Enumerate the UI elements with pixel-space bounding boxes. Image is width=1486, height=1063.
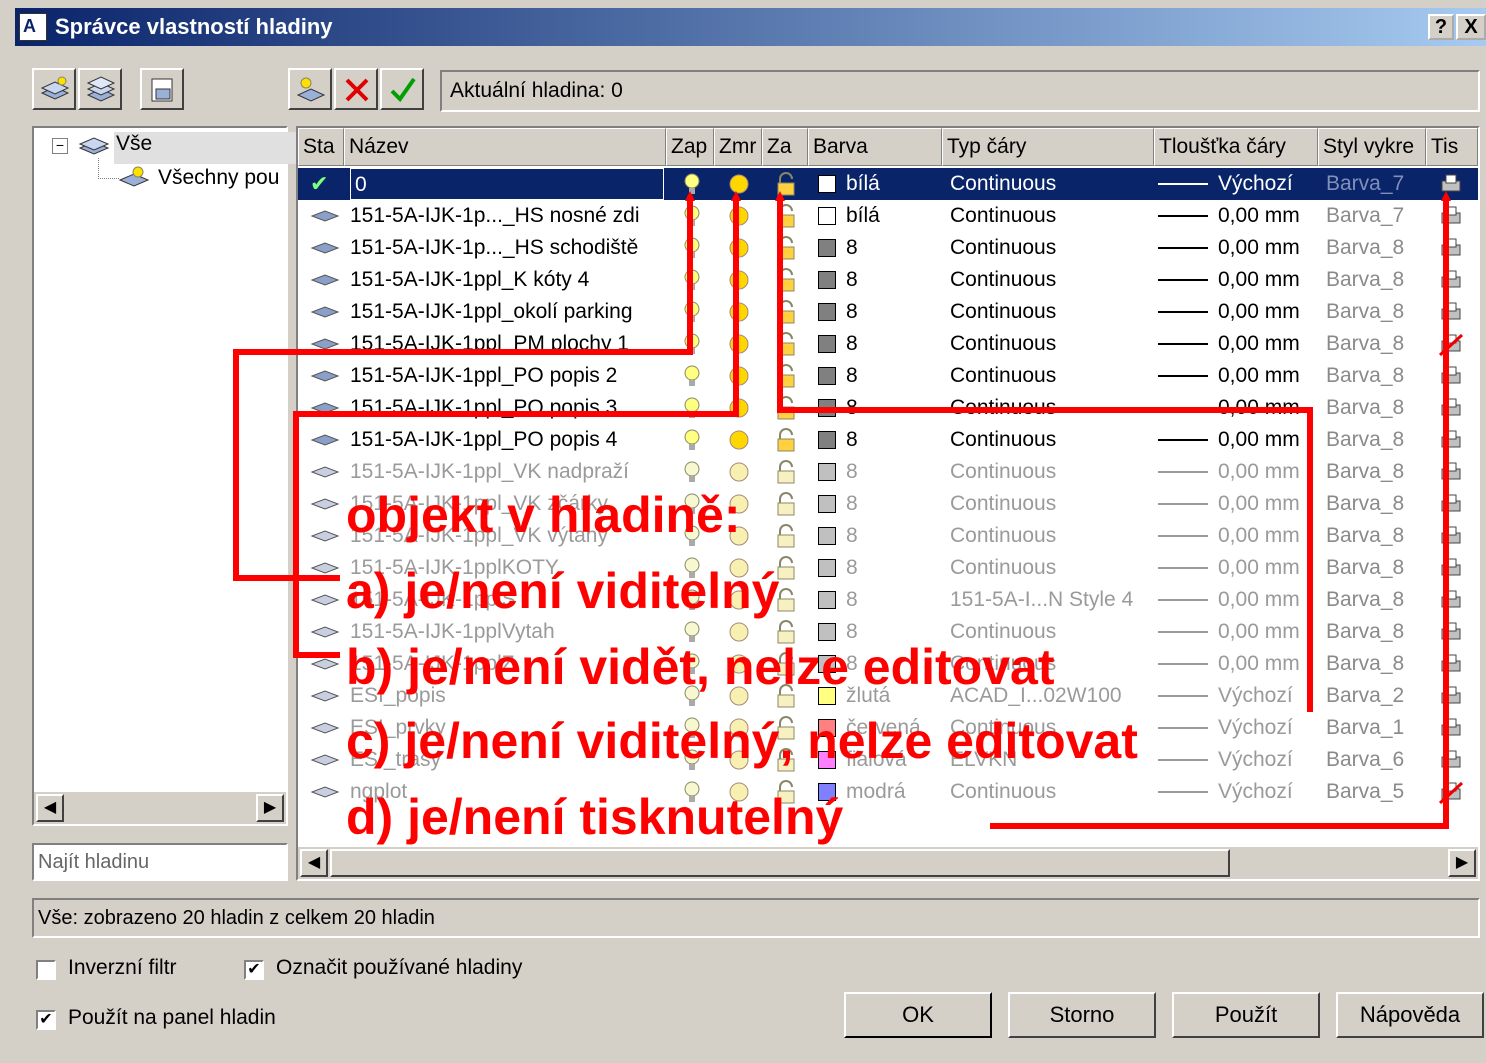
arrow-c bbox=[775, 191, 1313, 712]
annotation-a: a) je/není viditelný bbox=[346, 563, 780, 619]
layer-properties-dialog: A Správce vlastností hladiny ? X Aktuáln… bbox=[0, 0, 1486, 1063]
annotation-d: d) je/není tisknutelný bbox=[346, 789, 844, 845]
annotation-title: objekt v hladině: bbox=[346, 487, 741, 543]
annotation-b: b) je/není vidět, nelze editovat bbox=[346, 639, 1055, 695]
annotation-c: c) je/není viditelný, nelze editovat bbox=[346, 713, 1138, 769]
annotation-arrows bbox=[233, 191, 1451, 829]
